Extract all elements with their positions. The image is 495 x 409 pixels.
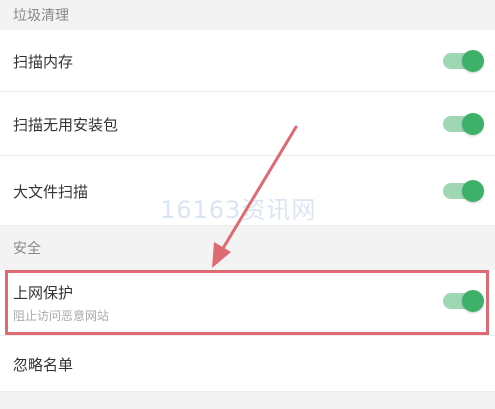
annotation-arrow-icon — [212, 125, 298, 268]
settings-screen: 垃圾清理 扫描内存 扫描无用安装包 大文件扫描 安全 上网保护 阻止访问恶意网站 — [0, 0, 495, 409]
